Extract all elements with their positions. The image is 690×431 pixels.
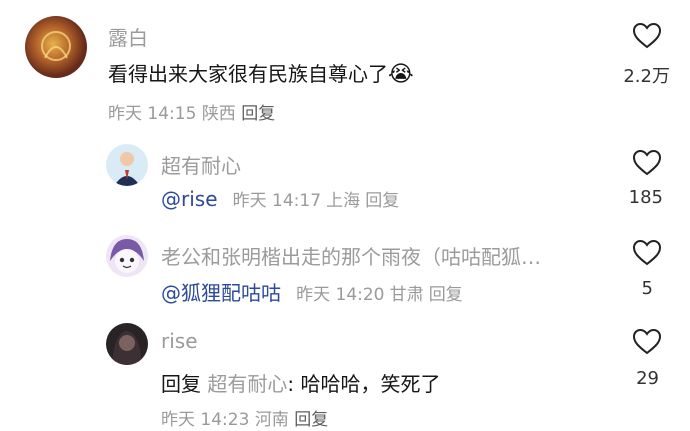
avatar-art: [41, 31, 71, 61]
comment-meta: 昨天 14:15 陕西 回复: [108, 99, 275, 124]
comment-text-content: 看得出来大家很有民族自尊心了: [108, 62, 388, 86]
comment-username[interactable]: 超有耐心: [161, 150, 241, 179]
comment-text-content: : 哈哈哈，笑死了: [287, 372, 441, 396]
comment-time: 昨天 14:15: [108, 104, 197, 124]
comment-meta: 昨天 14:23 河南 回复: [161, 405, 328, 430]
avatar-art: [112, 331, 142, 365]
comment-username[interactable]: rise: [161, 329, 198, 353]
comment-time: 昨天 14:20: [296, 285, 385, 305]
comment-time: 昨天 14:23: [161, 410, 250, 430]
avatar-art: [114, 152, 140, 186]
like-count: 2.2万: [623, 66, 670, 87]
comment-text: 回复 超有耐心: 哈哈哈，笑死了: [161, 368, 440, 397]
crying-emoji-icon: 😭: [388, 62, 414, 87]
reply-prefix: 回复: [161, 372, 201, 396]
comment-username[interactable]: 露白: [108, 22, 148, 51]
comment-location: 上海: [326, 191, 361, 211]
like-count: 185: [628, 187, 663, 208]
mention-link[interactable]: @rise: [161, 187, 218, 211]
avatar[interactable]: [106, 144, 148, 186]
comment-line: @rise 昨天 14:17 上海 回复: [161, 186, 399, 211]
reply-button[interactable]: 回复: [241, 104, 275, 124]
avatar[interactable]: [25, 16, 87, 78]
heart-outline-icon[interactable]: [632, 328, 662, 356]
heart-outline-icon[interactable]: [632, 22, 662, 50]
heart-outline-icon[interactable]: [632, 239, 662, 267]
like-count: 5: [641, 278, 653, 299]
mention-link[interactable]: @狐狸配咕咕: [161, 281, 281, 305]
reply-button[interactable]: 回复: [294, 410, 328, 430]
reply-button[interactable]: 回复: [365, 191, 399, 211]
reply-button[interactable]: 回复: [429, 285, 463, 305]
like-count: 29: [636, 368, 659, 389]
comment-text: 看得出来大家很有民族自尊心了😭: [108, 58, 414, 87]
comment-line: @狐狸配咕咕 昨天 14:20 甘肃 回复: [161, 277, 463, 306]
avatar[interactable]: [106, 323, 148, 365]
comment-username[interactable]: 老公和张明楷出走的那个雨夜（咕咕配狐…: [161, 241, 601, 270]
comment-time: 昨天 14:17: [232, 191, 322, 211]
comment-location: 甘肃: [389, 285, 424, 305]
comment-location: 河南: [254, 410, 289, 430]
reply-target[interactable]: 超有耐心: [207, 372, 287, 396]
heart-outline-icon[interactable]: [632, 149, 662, 177]
comment-location: 陕西: [201, 104, 236, 124]
avatar-art: [110, 239, 144, 273]
avatar[interactable]: [106, 235, 148, 277]
